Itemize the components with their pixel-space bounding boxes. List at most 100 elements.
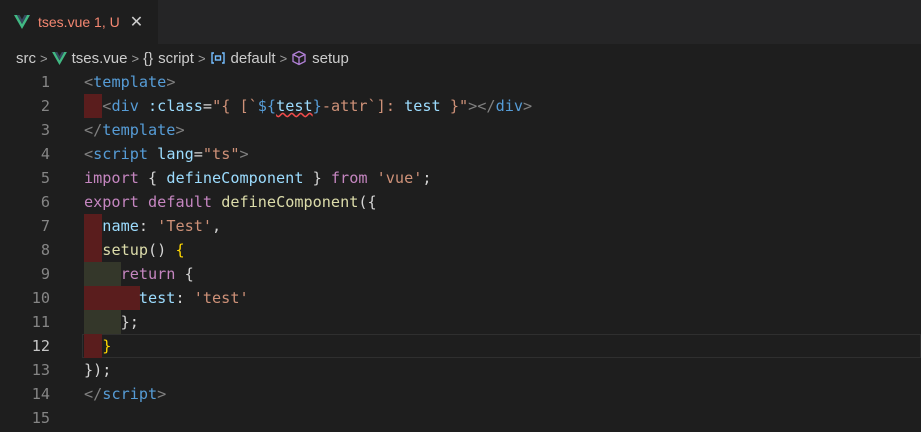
line-number: 6 [40, 193, 50, 211]
code-line: 13 }); [0, 358, 921, 382]
code-token: div [111, 97, 139, 115]
code-token: export [84, 193, 139, 211]
code-text: <script lang="ts"> [84, 142, 249, 166]
code-editor[interactable]: 1 <template> 2 <div :class="{ [`${test}-… [0, 70, 921, 432]
code-line: 7 name: 'Test', [0, 214, 921, 238]
code-line: 14 </script> [0, 382, 921, 406]
code-line: 9 return { [0, 262, 921, 286]
line-number: 11 [31, 313, 50, 331]
breadcrumb-item-setup[interactable]: setup [312, 50, 349, 67]
code-token: ; [422, 169, 432, 187]
line-number: 10 [31, 289, 50, 307]
tab-label: tses.vue 1, U [38, 14, 120, 30]
code-token: "ts" [202, 145, 240, 163]
code-line: 2 <div :class="{ [`${test}-attr`]: test … [0, 94, 921, 118]
code-token: name [102, 217, 139, 235]
close-icon[interactable]: ✕ [130, 14, 143, 30]
code-token: -attr`]: [321, 97, 405, 115]
code-line: 1 <template> [0, 70, 921, 94]
code-line: 4 <script lang="ts"> [0, 142, 921, 166]
code-token: template [93, 73, 167, 91]
code-token: script [93, 145, 149, 163]
code-token: ></ [468, 97, 496, 115]
code-token: ({ [358, 193, 377, 211]
method-cube-icon [291, 50, 307, 66]
code-text: export default defineComponent({ [84, 190, 377, 214]
line-number: 9 [40, 265, 50, 283]
code-token: > [157, 385, 167, 403]
code-token: } [303, 169, 331, 187]
code-token: div [495, 97, 523, 115]
line-number: 8 [40, 241, 50, 259]
code-line: 3 </template> [0, 118, 921, 142]
code-token: test [276, 97, 313, 115]
code-token: default [148, 193, 213, 211]
code-token: :class [138, 97, 203, 115]
chevron-right-icon: > [197, 50, 206, 66]
code-token: < [84, 73, 94, 91]
code-token: { [175, 241, 185, 259]
code-token: = [202, 97, 213, 115]
code-token: , [212, 217, 222, 235]
line-number: 5 [40, 169, 50, 187]
code-token: > [239, 145, 249, 163]
line-number: 1 [40, 73, 50, 91]
chevron-right-icon: > [279, 50, 288, 66]
code-line: 11 }; [0, 310, 921, 334]
code-token: > [175, 121, 185, 139]
current-line-border [82, 334, 921, 358]
code-token: }; [120, 313, 139, 331]
code-line: 5 import { defineComponent } from 'vue'; [0, 166, 921, 190]
code-token: 'test' [193, 289, 249, 307]
line-number: 7 [40, 217, 50, 235]
code-text: <template> [84, 70, 175, 94]
vue-icon [14, 15, 30, 29]
breadcrumb-item-default[interactable]: default [231, 50, 276, 67]
line-number: 15 [31, 409, 50, 427]
code-text: name: 'Test', [84, 214, 221, 238]
line-number: 2 [40, 97, 50, 115]
code-token: template [102, 121, 176, 139]
code-line: 8 setup() { [0, 238, 921, 262]
code-token: lang [148, 145, 194, 163]
code-line: 10 test: 'test' [0, 286, 921, 310]
vue-icon [51, 51, 67, 65]
line-number: 12 [31, 337, 50, 355]
code-token: import [84, 169, 139, 187]
code-token: setup [102, 241, 149, 259]
code-token: }); [84, 361, 112, 379]
code-text: }; [84, 310, 139, 334]
code-token: > [166, 73, 176, 91]
code-token: } [102, 337, 112, 355]
code-token: 'Test' [157, 217, 213, 235]
code-text: return { [84, 262, 194, 286]
code-token: } [312, 97, 322, 115]
code-token: ${ [257, 97, 277, 115]
code-text: setup() { [84, 238, 185, 262]
code-token: test [138, 289, 176, 307]
code-token: () [148, 241, 176, 259]
breadcrumb-item-src[interactable]: src [16, 50, 36, 67]
code-token: </ [84, 385, 103, 403]
chevron-right-icon: > [131, 50, 140, 66]
code-line: 6 export default defineComponent({ [0, 190, 921, 214]
code-text: test: 'test' [84, 286, 249, 310]
code-token: "{ [` [212, 97, 258, 115]
code-text: </template> [84, 118, 185, 142]
code-token: { [175, 265, 194, 283]
code-text: import { defineComponent } from 'vue'; [84, 166, 432, 190]
code-text: </script> [84, 382, 166, 406]
code-token: }" [440, 97, 469, 115]
tab-tses-vue[interactable]: tses.vue 1, U ✕ [0, 0, 158, 44]
code-token: 'vue' [376, 169, 423, 187]
breadcrumb-item-file[interactable]: tses.vue [72, 50, 128, 67]
chevron-right-icon: > [40, 50, 48, 66]
breadcrumb-item-script[interactable]: script [158, 50, 194, 67]
